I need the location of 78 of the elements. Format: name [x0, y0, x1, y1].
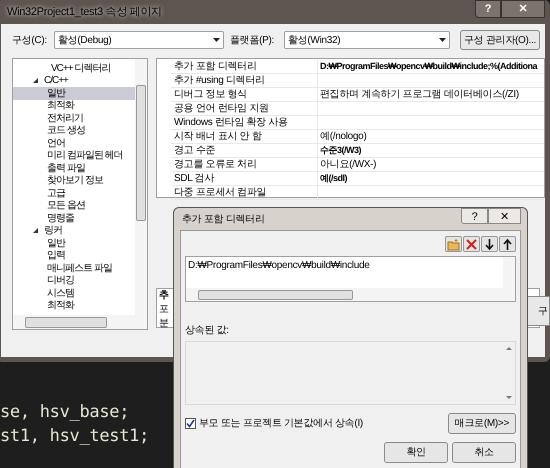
tree-item[interactable]: 전처리기 [13, 112, 135, 124]
directory-list[interactable]: D:₩ProgramFiles₩opencv₩build₩include [185, 256, 516, 302]
new-folder-button[interactable] [445, 236, 462, 252]
property-value[interactable]: 예(/nologo) [317, 130, 366, 143]
description-title: 추 [159, 290, 169, 302]
tree-item[interactable]: 최적화 [13, 100, 135, 112]
up-arrow-icon [501, 238, 514, 250]
tree-item[interactable]: 입력 [13, 250, 135, 262]
tree-item[interactable]: 언어 [13, 137, 135, 150]
property-value[interactable]: 편집하며 계속하기 프로그램 데이터베이스(/ZI) [317, 88, 519, 101]
property-name: 추가 #using 디렉터리 [173, 74, 266, 88]
directory-entry[interactable]: D:₩ProgramFiles₩opencv₩build₩include [188, 258, 501, 273]
horizontal-scrollbar[interactable] [13, 315, 147, 329]
tree-item[interactable]: VC++ 디렉터리 [13, 62, 135, 74]
field-label: 플랫폼(P): [230, 34, 276, 48]
tree-item[interactable]: 코드 생성 [13, 124, 135, 137]
tree-item[interactable]: 일반 [13, 87, 135, 100]
code-line: st1, hsv_test1; [0, 425, 150, 448]
delete-icon [465, 238, 478, 250]
property-value[interactable]: 아니요(/WX-) [317, 158, 376, 171]
checkmark-icon [186, 419, 195, 428]
up-arrow-button[interactable] [499, 236, 516, 252]
dialog-title: 추가 포함 디렉터리 [181, 212, 265, 226]
expanded-triangle-icon[interactable] [33, 78, 38, 84]
code-line: se, hsv_base; [0, 401, 130, 424]
tree-item[interactable]: 디버깅 [13, 274, 135, 287]
close-button[interactable]: ✕ [488, 208, 521, 224]
property-name: 다중 프로세서 컴파일 [173, 186, 268, 200]
horizontal-scrollbar[interactable] [186, 288, 515, 301]
configuration-manager-button[interactable]: 구성 관리자(O)... [460, 30, 540, 50]
property-value[interactable]: 수준3(/W3) [317, 144, 361, 157]
new-folder-icon [447, 238, 460, 250]
property-name: 공용 언어 런타임 지원 [173, 102, 270, 116]
down-arrow-icon [483, 238, 496, 250]
property-value[interactable]: D:₩ProgramFiles₩opencv₩build₩include;%(Additiona [317, 60, 537, 73]
description-text: 분 [159, 318, 169, 330]
description-text: 포 [159, 304, 169, 316]
vertical-scrollbar[interactable] [503, 257, 515, 288]
property-name: 추가 포함 디렉터리 [173, 60, 258, 74]
tree-item[interactable]: 최적화 [13, 300, 135, 312]
tree-item[interactable]: 시스템 [13, 287, 135, 300]
inherit-checkbox[interactable] [185, 418, 196, 429]
dropdown-caret-icon [213, 38, 220, 42]
help-button[interactable]: ? [461, 208, 488, 224]
property-name: 디버그 정보 형식 [173, 88, 248, 102]
property-name: 경고를 오류로 처리 [173, 158, 258, 172]
tree-item[interactable]: 명령줄 [13, 212, 135, 224]
tree-item[interactable]: 미리 컴파일된 헤더 [13, 150, 135, 162]
tree-item[interactable]: 링커 [13, 224, 135, 237]
dropdown-caret-icon [439, 38, 446, 42]
inherited-values-label: 상속된 값: [185, 324, 230, 338]
property-value[interactable]: 예(/sdl) [317, 172, 347, 185]
macros-button[interactable]: 매크로(M)>> [448, 413, 516, 434]
platform-dropdown[interactable]: 활성(Win32) [284, 31, 450, 49]
property-name: 시작 배너 표시 안 함 [173, 130, 263, 144]
down-arrow-button[interactable] [481, 236, 498, 252]
help-button[interactable]: ? [475, 0, 501, 18]
cancel-button[interactable]: 취소 [452, 442, 516, 463]
configuration-dropdown[interactable]: 활성(Debug) [54, 31, 224, 49]
apply-button[interactable]: 구 [526, 296, 550, 326]
property-name: SDL 검사 [173, 172, 216, 186]
property-name: Windows 런타임 확장 사용 [173, 116, 289, 130]
tree-item[interactable]: 고급 [13, 187, 135, 200]
tree-item[interactable]: C/C++ [13, 74, 135, 87]
tree-item[interactable]: 일반 [13, 237, 135, 250]
window-title: Win32Project1_test3 속성 페이지 [7, 4, 162, 20]
tree-item[interactable]: 출력 파일 [13, 162, 135, 174]
close-button[interactable]: ✕ [501, 0, 545, 18]
vertical-scrollbar[interactable] [135, 59, 147, 315]
expanded-triangle-icon[interactable] [33, 228, 38, 234]
checkbox-label: 부모 또는 프로젝트 기본값에서 상속(I) [199, 417, 363, 431]
tree-item[interactable]: 찾아보기 정보 [13, 174, 135, 187]
tree-item[interactable]: 매니페스트 파일 [13, 262, 135, 274]
delete-button[interactable] [463, 236, 480, 252]
field-label: 구성(C): [12, 34, 48, 48]
ok-button[interactable]: 확인 [384, 442, 448, 463]
property-name: 경고 수준 [173, 144, 216, 158]
tree-item[interactable]: 모든 옵션 [13, 200, 135, 212]
